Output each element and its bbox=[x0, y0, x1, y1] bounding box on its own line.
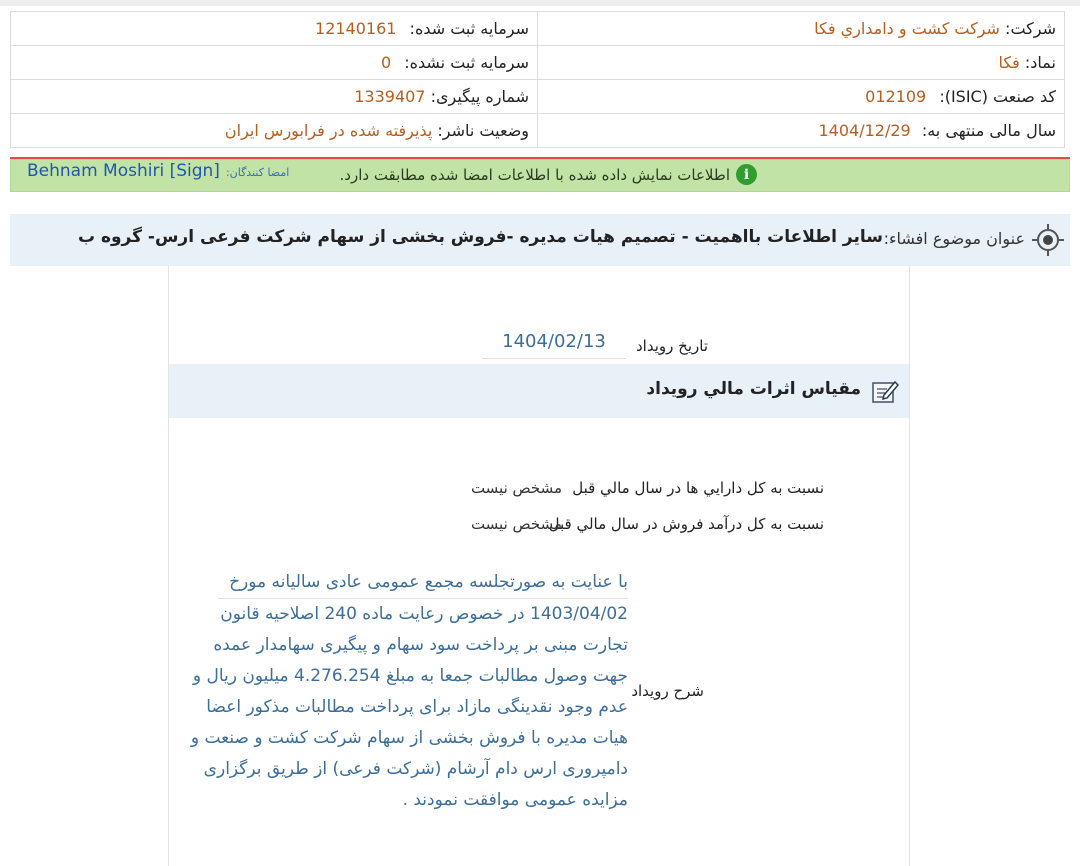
isic-label: كد صنعت (ISIC): bbox=[939, 87, 1056, 106]
description-line: هيات مديره با فروش بخشی از سهام شركت كشت… bbox=[190, 728, 628, 748]
subject-title: ساير اطلاعات بااهميت - تصميم هيات مديره … bbox=[77, 227, 883, 247]
top-border bbox=[0, 0, 1080, 6]
signers: امضا كنندگان: Behnam Moshiri [Sign] bbox=[27, 161, 289, 181]
isic-cell: كد صنعت (ISIC): 012109 bbox=[537, 79, 1065, 114]
subject-bar: عنوان موضوع افشاء: ساير اطلاعات بااهميت … bbox=[10, 214, 1070, 266]
fiscal-cell: سال مالی منتهی به: 1404/12/29 bbox=[537, 113, 1065, 148]
description-line: دامپروری ارس دام آرشام (شركت فرعی) از طر… bbox=[203, 759, 628, 779]
ratio-assets-row: نسبت به كل دارايي ها در سال مالي قبل مشخ… bbox=[264, 479, 824, 499]
info-row: نماد: فكا سرمايه ثبت نشده: 0 bbox=[10, 45, 1065, 80]
signers-label: امضا كنندگان: bbox=[225, 166, 290, 179]
target-icon bbox=[1032, 224, 1064, 256]
info-row: سال مالی منتهی به: 1404/12/29 وضعيت ناشر… bbox=[10, 113, 1065, 148]
tracking-value: 1339407 bbox=[354, 87, 426, 106]
description-line: عدم وجود نقدينگی مازاد برای پرداخت مطالب… bbox=[206, 697, 628, 717]
tracking-cell: شماره پيگيری: 1339407 bbox=[10, 79, 538, 114]
event-date-value: 1404/02/13 bbox=[482, 330, 626, 359]
capital-unregistered-value: 0 bbox=[380, 53, 392, 72]
isic-value: 012109 bbox=[865, 87, 927, 106]
description-line: با عنايت به صورتجلسه مجمع عمومی عادی سال… bbox=[218, 567, 628, 599]
company-label: شرکت: bbox=[1005, 19, 1056, 38]
company-value[interactable]: شركت كشت و دامداري فكا bbox=[814, 19, 1000, 38]
publisher-status-value: پذيرفته شده در فرابورس ايران bbox=[224, 121, 433, 140]
verification-message: i اطلاعات نمايش داده شده با اطلاعات امضا… bbox=[340, 164, 757, 185]
fiscal-value: 1404/12/29 bbox=[818, 121, 911, 140]
ratio-revenue-row: نسبت به كل درآمد فروش در سال مالي قبل مش… bbox=[264, 515, 824, 535]
info-row: كد صنعت (ISIC): 012109 شماره پيگيری: 133… bbox=[10, 79, 1065, 114]
capital-unregistered-label: سرمايه ثبت نشده: bbox=[404, 53, 529, 72]
verification-bar: i اطلاعات نمايش داده شده با اطلاعات امضا… bbox=[10, 159, 1070, 192]
symbol-label: نماد: bbox=[1024, 53, 1056, 72]
capital-unregistered-cell: سرمايه ثبت نشده: 0 bbox=[10, 45, 538, 80]
publisher-status-cell: وضعيت ناشر: پذيرفته شده در فرابورس ايران bbox=[10, 113, 538, 148]
symbol-cell: نماد: فكا bbox=[537, 45, 1065, 80]
tracking-label: شماره پيگيری: bbox=[430, 87, 529, 106]
ratio-revenue-label: نسبت به كل درآمد فروش در سال مالي قبل bbox=[548, 515, 824, 533]
symbol-value[interactable]: فكا bbox=[998, 53, 1019, 72]
company-cell: شرکت: شركت كشت و دامداري فكا bbox=[537, 11, 1065, 46]
edit-note-icon bbox=[872, 380, 899, 403]
section-title: مقياس اثرات مالي رويداد bbox=[646, 379, 861, 399]
description-line: جهت وصول مطالبات جمعا به مبلغ 4.276.254 … bbox=[192, 666, 628, 686]
event-description: با عنايت به صورتجلسه مجمع عمومی عادی سال… bbox=[190, 567, 628, 816]
subject-label: عنوان موضوع افشاء: bbox=[883, 229, 1025, 248]
ratio-assets-value: مشخص نيست bbox=[470, 479, 562, 497]
info-row: شرکت: شركت كشت و دامداري فكا سرمايه ثبت … bbox=[10, 11, 1065, 46]
event-date-label: تاريخ رويداد bbox=[636, 337, 708, 355]
ratio-revenue-value: مشخص نيست bbox=[470, 515, 562, 533]
signer-link[interactable]: Behnam Moshiri [Sign] bbox=[27, 161, 220, 181]
financial-effects-section: مقياس اثرات مالي رويداد bbox=[169, 364, 909, 418]
publisher-status-label: وضعيت ناشر: bbox=[437, 121, 529, 140]
event-description-label: شرح رويداد bbox=[631, 682, 704, 700]
capital-registered-label: سرمايه ثبت شده: bbox=[409, 19, 529, 38]
verification-text: اطلاعات نمايش داده شده با اطلاعات امضا ش… bbox=[339, 165, 730, 184]
fiscal-label: سال مالی منتهی به: bbox=[921, 121, 1056, 140]
company-info-table: شرکت: شركت كشت و دامداري فكا سرمايه ثبت … bbox=[10, 11, 1065, 148]
description-line: مزايده عمومی موافقت نمودند . bbox=[402, 790, 628, 810]
description-line: 1403/04/02 در خصوص رعايت ماده 240 اصلاحي… bbox=[220, 604, 628, 624]
capital-registered-cell: سرمايه ثبت شده: 12140161 bbox=[10, 11, 538, 46]
description-line: تجارت مبنی بر پرداخت سود سهام و پيگيری س… bbox=[213, 635, 628, 655]
capital-registered-value: 12140161 bbox=[315, 19, 397, 38]
info-circle-icon: i bbox=[736, 164, 757, 185]
ratio-assets-label: نسبت به كل دارايي ها در سال مالي قبل bbox=[572, 479, 824, 497]
